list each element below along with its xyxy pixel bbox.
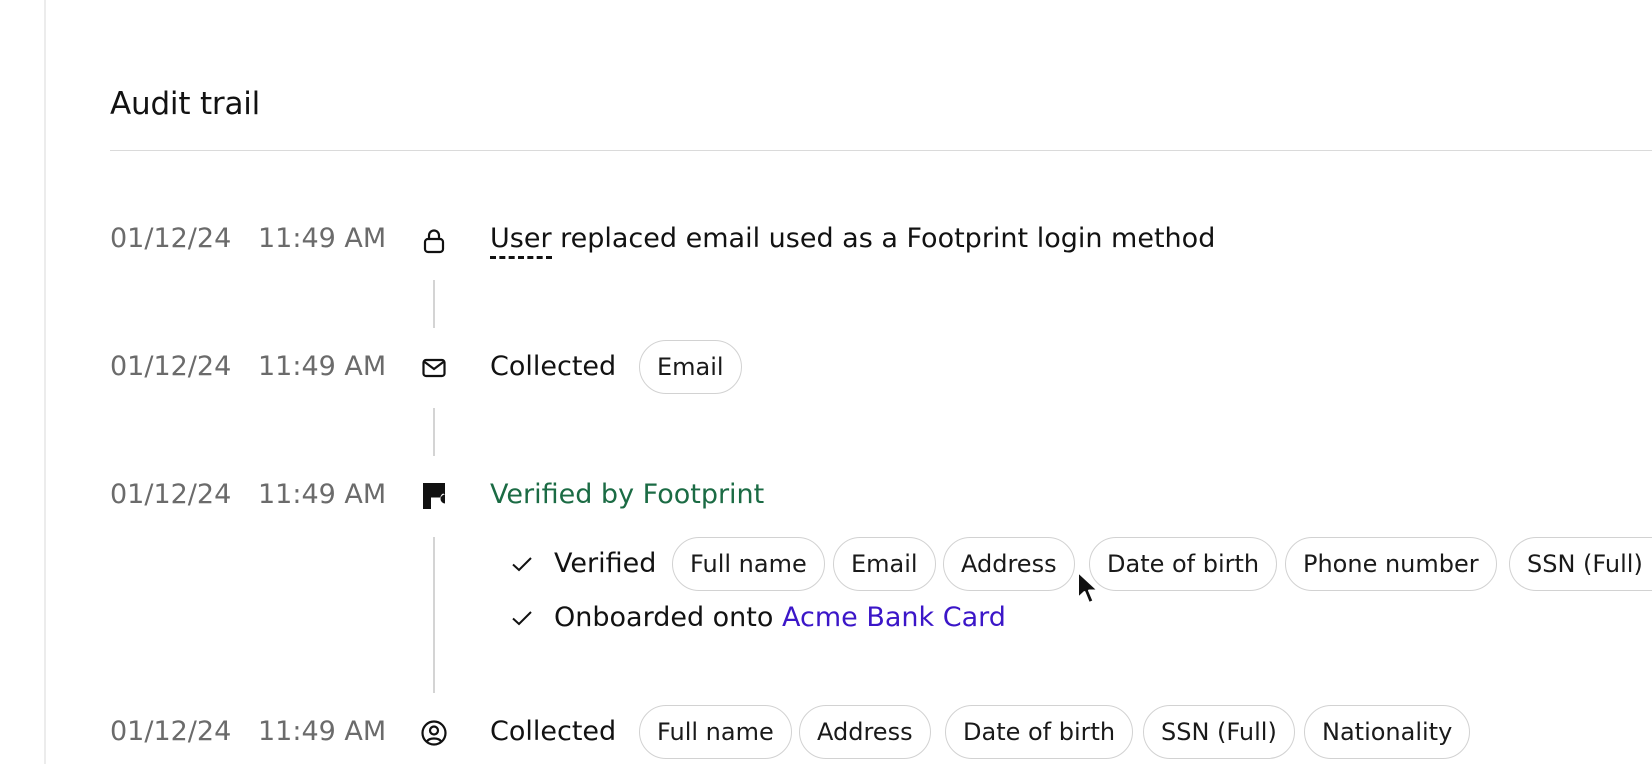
verified-title: Verified by Footprint [490, 479, 765, 510]
footprint-logo-icon [419, 481, 449, 511]
event-date: 01/12/24 [110, 223, 232, 254]
sidebar-border [44, 0, 46, 764]
data-chip-full-name: Full name [639, 705, 792, 759]
event-label: Collected [490, 351, 617, 382]
data-chip-full-name: Full name [672, 537, 825, 591]
lock-icon [419, 226, 449, 256]
onboarded-label: Onboarded onto [554, 602, 782, 633]
event-description: User replaced email used as a Footprint … [490, 222, 1216, 259]
check-icon [509, 605, 535, 631]
data-chip-address: Address [943, 537, 1075, 591]
actor-user-link[interactable]: User [490, 223, 552, 259]
data-chip-ssn-full: SSN (Full) [1143, 705, 1295, 759]
data-chip-email: Email [833, 537, 936, 591]
event-time: 11:49 AM [258, 716, 387, 747]
verified-label: Verified [554, 548, 657, 579]
mouse-cursor-icon [1076, 570, 1102, 606]
data-chip-address: Address [799, 705, 931, 759]
playbook-link[interactable]: Acme Bank Card [782, 602, 1006, 633]
data-chip-phone-number: Phone number [1285, 537, 1497, 591]
data-chip-ssn-full: SSN (Full) [1509, 537, 1652, 591]
data-chip-nationality: Nationality [1304, 705, 1471, 759]
check-icon [509, 551, 535, 577]
data-chip-date-of-birth: Date of birth [1089, 537, 1278, 591]
mail-icon [419, 353, 449, 383]
timeline-connector [433, 408, 435, 456]
data-chip-email: Email [639, 340, 742, 394]
event-date: 01/12/24 [110, 351, 232, 382]
event-date: 01/12/24 [110, 479, 232, 510]
event-time: 11:49 AM [258, 223, 387, 254]
event-date: 01/12/24 [110, 716, 232, 747]
timeline-connector [433, 280, 435, 328]
event-time: 11:49 AM [258, 351, 387, 382]
event-label: Collected [490, 716, 617, 747]
title-divider [110, 150, 1652, 151]
data-chip-date-of-birth: Date of birth [945, 705, 1134, 759]
event-description-text: replaced email used as a Footprint login… [551, 223, 1216, 254]
timeline-connector [433, 537, 435, 693]
user-circle-icon [419, 718, 449, 748]
page-title: Audit trail [110, 86, 261, 122]
onboarded-text: Onboarded onto Acme Bank Card [554, 601, 1006, 635]
event-time: 11:49 AM [258, 479, 387, 510]
